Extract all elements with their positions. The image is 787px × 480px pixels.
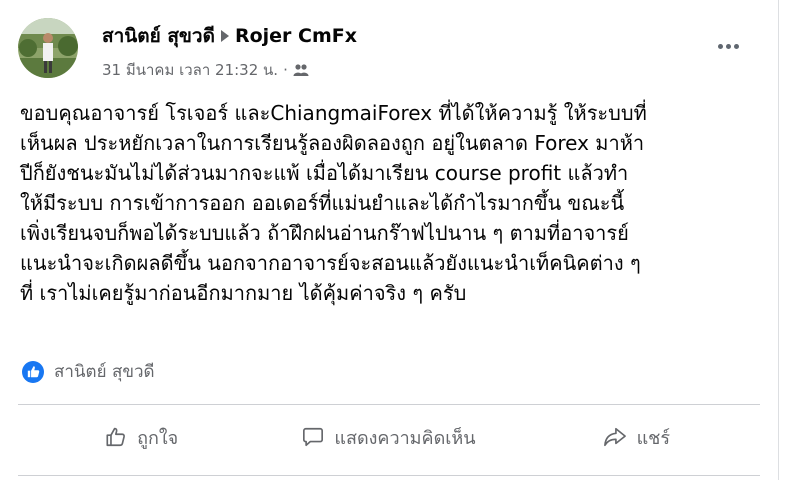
caret-right-icon <box>220 30 229 42</box>
comment-bubble-icon <box>303 427 324 447</box>
reactions-summary[interactable]: สานิตย์ สุขวดี <box>22 358 155 385</box>
post-timestamp[interactable]: 31 มีนาคม เวลา 21:32 น. <box>102 58 278 82</box>
author-name-link[interactable]: สานิตย์ สุขวดี <box>102 21 215 51</box>
group-icon[interactable] <box>293 63 309 77</box>
reactions-names: สานิตย์ สุขวดี <box>54 362 155 382</box>
post-meta: 31 มีนาคม เวลา 21:32 น. · <box>102 58 309 82</box>
comment-button-label: แสดงความคิดเห็น <box>334 427 476 449</box>
divider <box>18 475 760 476</box>
thumbs-up-icon <box>106 427 126 447</box>
comment-button[interactable]: แสดงความคิดเห็น <box>265 412 512 462</box>
like-button[interactable]: ถูกใจ <box>18 412 265 462</box>
like-button-label: ถูกใจ <box>137 427 179 449</box>
action-bar: ถูกใจ แสดงความคิดเห็น แชร์ <box>18 412 760 462</box>
post-body-line: ขอบคุณอาจารย์ โรเจอร์ และChiangmaiForex … <box>20 101 647 125</box>
post-body-line: ให้มีระบบ การเข้าการออก ออเดอร์ที่แม่นยำ… <box>20 191 625 215</box>
meta-separator: · <box>283 61 288 79</box>
post-card: สานิตย์ สุขวดี Rojer CmFx 31 มีนาคม เวลา… <box>0 0 779 480</box>
post-header: สานิตย์ สุขวดี Rojer CmFx 31 มีนาคม เวลา… <box>18 18 760 80</box>
author-line: สานิตย์ สุขวดี Rojer CmFx <box>102 21 357 51</box>
share-button-label: แชร์ <box>636 427 671 449</box>
post-body-line: แนะนำจะเกิดผลดีขึ้น นอกจากอาจารย์จะสอนแล… <box>20 251 641 275</box>
share-arrow-icon <box>603 427 626 447</box>
more-options-icon[interactable] <box>710 34 746 58</box>
post-body-line: เพิ่งเรียนจบก็พอได้ระบบแล้ว ถ้าฝึกฝนอ่าน… <box>20 221 629 245</box>
avatar[interactable] <box>18 18 78 78</box>
divider <box>18 404 760 405</box>
post-body: ขอบคุณอาจารย์ โรเจอร์ และChiangmaiForex … <box>20 98 760 308</box>
like-icon <box>22 360 44 383</box>
share-button[interactable]: แชร์ <box>513 412 760 462</box>
post-body-line: ที่ เราไม่เคยรู้มาก่อนอีกมากมาย ได้คุ้มค… <box>20 281 467 305</box>
group-name-link[interactable]: Rojer CmFx <box>235 25 357 47</box>
more-dot <box>717 43 723 49</box>
post-body-line: ปีก็ยังชนะมันไม่ได้ส่วนมากจะแพ้ เมื่อได้… <box>20 161 629 185</box>
more-dot <box>733 43 739 49</box>
more-dot <box>725 43 731 49</box>
post-body-line: เห็นผล ประหยักเวลาในการเรียนรู้ลองผิดลอง… <box>20 131 645 155</box>
